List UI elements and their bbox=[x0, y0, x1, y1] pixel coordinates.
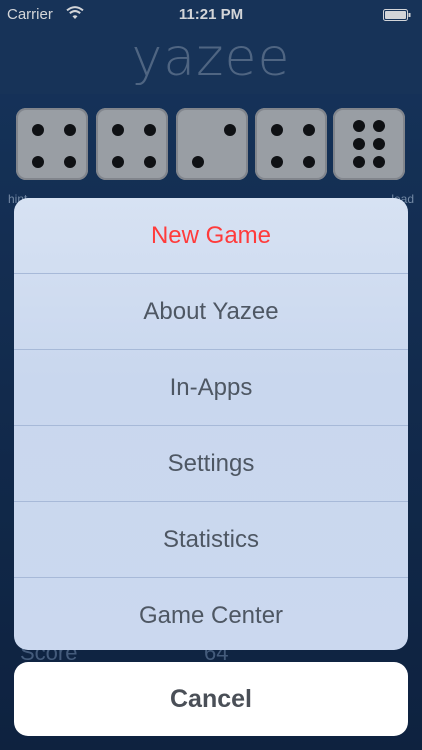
cancel-button[interactable]: Cancel bbox=[14, 662, 408, 736]
in-apps-button[interactable]: In-Apps bbox=[14, 350, 408, 426]
game-center-button[interactable]: Game Center bbox=[14, 578, 408, 650]
action-sheet: New Game About Yazee In-Apps Settings St… bbox=[14, 198, 408, 650]
about-button[interactable]: About Yazee bbox=[14, 274, 408, 350]
statistics-button[interactable]: Statistics bbox=[14, 502, 408, 578]
new-game-button[interactable]: New Game bbox=[14, 198, 408, 274]
settings-button[interactable]: Settings bbox=[14, 426, 408, 502]
